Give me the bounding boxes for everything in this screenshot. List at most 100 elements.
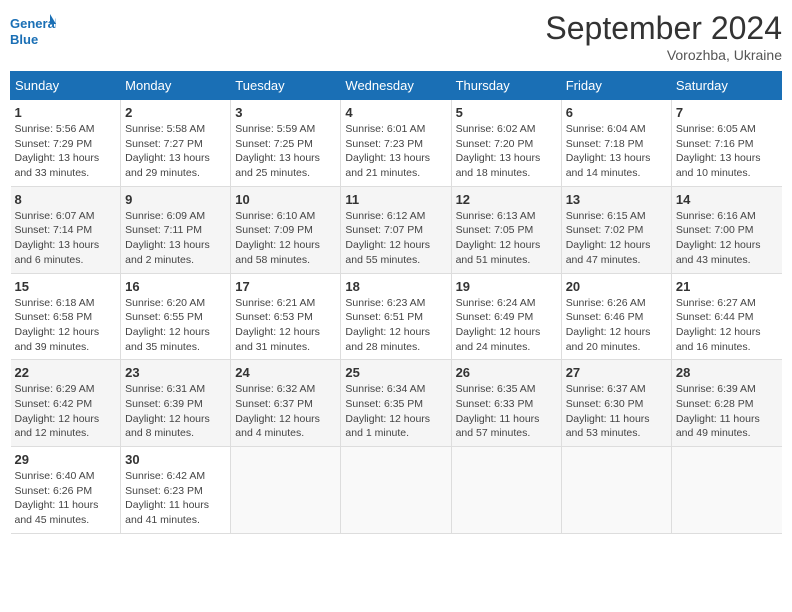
page-header: General Blue September 2024 Vorozhba, Uk… [10,10,782,63]
day-detail: Sunrise: 6:42 AM Sunset: 6:23 PM Dayligh… [125,469,226,528]
day-number: 22 [15,365,117,380]
day-number: 18 [345,279,446,294]
day-detail: Sunrise: 6:18 AM Sunset: 6:58 PM Dayligh… [15,296,117,355]
day-number: 11 [345,192,446,207]
calendar-cell [231,447,341,534]
day-detail: Sunrise: 6:27 AM Sunset: 6:44 PM Dayligh… [676,296,778,355]
calendar-cell: 17 Sunrise: 6:21 AM Sunset: 6:53 PM Dayl… [231,273,341,360]
day-detail: Sunrise: 6:35 AM Sunset: 6:33 PM Dayligh… [456,382,557,441]
svg-text:Blue: Blue [10,32,38,47]
calendar-cell [451,447,561,534]
calendar-cell: 21 Sunrise: 6:27 AM Sunset: 6:44 PM Dayl… [671,273,781,360]
day-number: 23 [125,365,226,380]
day-number: 17 [235,279,336,294]
location-subtitle: Vorozhba, Ukraine [545,47,782,63]
title-block: September 2024 Vorozhba, Ukraine [545,10,782,63]
day-detail: Sunrise: 6:24 AM Sunset: 6:49 PM Dayligh… [456,296,557,355]
calendar-cell: 22 Sunrise: 6:29 AM Sunset: 6:42 PM Dayl… [11,360,121,447]
day-number: 25 [345,365,446,380]
weekday-header: Saturday [671,72,781,100]
calendar-cell: 6 Sunrise: 6:04 AM Sunset: 7:18 PM Dayli… [561,100,671,187]
calendar-cell [561,447,671,534]
calendar-cell: 9 Sunrise: 6:09 AM Sunset: 7:11 PM Dayli… [121,186,231,273]
calendar-cell: 4 Sunrise: 6:01 AM Sunset: 7:23 PM Dayli… [341,100,451,187]
calendar-cell: 15 Sunrise: 6:18 AM Sunset: 6:58 PM Dayl… [11,273,121,360]
calendar-cell: 5 Sunrise: 6:02 AM Sunset: 7:20 PM Dayli… [451,100,561,187]
day-detail: Sunrise: 6:23 AM Sunset: 6:51 PM Dayligh… [345,296,446,355]
day-detail: Sunrise: 6:10 AM Sunset: 7:09 PM Dayligh… [235,209,336,268]
day-number: 14 [676,192,778,207]
logo-icon: General Blue [10,10,56,56]
day-detail: Sunrise: 6:21 AM Sunset: 6:53 PM Dayligh… [235,296,336,355]
month-title: September 2024 [545,10,782,47]
day-number: 12 [456,192,557,207]
day-detail: Sunrise: 6:01 AM Sunset: 7:23 PM Dayligh… [345,122,446,181]
calendar-cell: 7 Sunrise: 6:05 AM Sunset: 7:16 PM Dayli… [671,100,781,187]
day-detail: Sunrise: 6:40 AM Sunset: 6:26 PM Dayligh… [15,469,117,528]
calendar-cell: 19 Sunrise: 6:24 AM Sunset: 6:49 PM Dayl… [451,273,561,360]
day-detail: Sunrise: 6:16 AM Sunset: 7:00 PM Dayligh… [676,209,778,268]
calendar-cell: 1 Sunrise: 5:56 AM Sunset: 7:29 PM Dayli… [11,100,121,187]
calendar-cell: 10 Sunrise: 6:10 AM Sunset: 7:09 PM Dayl… [231,186,341,273]
calendar-cell: 24 Sunrise: 6:32 AM Sunset: 6:37 PM Dayl… [231,360,341,447]
day-number: 27 [566,365,667,380]
calendar-cell [341,447,451,534]
day-number: 29 [15,452,117,467]
weekday-header: Monday [121,72,231,100]
day-number: 5 [456,105,557,120]
day-detail: Sunrise: 6:12 AM Sunset: 7:07 PM Dayligh… [345,209,446,268]
calendar-cell: 12 Sunrise: 6:13 AM Sunset: 7:05 PM Dayl… [451,186,561,273]
calendar-cell: 28 Sunrise: 6:39 AM Sunset: 6:28 PM Dayl… [671,360,781,447]
day-detail: Sunrise: 6:37 AM Sunset: 6:30 PM Dayligh… [566,382,667,441]
day-detail: Sunrise: 6:20 AM Sunset: 6:55 PM Dayligh… [125,296,226,355]
calendar-cell: 29 Sunrise: 6:40 AM Sunset: 6:26 PM Dayl… [11,447,121,534]
day-detail: Sunrise: 6:09 AM Sunset: 7:11 PM Dayligh… [125,209,226,268]
day-number: 10 [235,192,336,207]
logo: General Blue [10,10,56,56]
weekday-header: Tuesday [231,72,341,100]
weekday-header: Sunday [11,72,121,100]
day-number: 7 [676,105,778,120]
day-detail: Sunrise: 6:04 AM Sunset: 7:18 PM Dayligh… [566,122,667,181]
day-number: 26 [456,365,557,380]
day-number: 15 [15,279,117,294]
calendar-cell: 18 Sunrise: 6:23 AM Sunset: 6:51 PM Dayl… [341,273,451,360]
day-number: 3 [235,105,336,120]
calendar-cell: 26 Sunrise: 6:35 AM Sunset: 6:33 PM Dayl… [451,360,561,447]
calendar-cell: 3 Sunrise: 5:59 AM Sunset: 7:25 PM Dayli… [231,100,341,187]
calendar-cell: 14 Sunrise: 6:16 AM Sunset: 7:00 PM Dayl… [671,186,781,273]
weekday-header: Friday [561,72,671,100]
day-number: 21 [676,279,778,294]
calendar-cell: 20 Sunrise: 6:26 AM Sunset: 6:46 PM Dayl… [561,273,671,360]
calendar-cell: 2 Sunrise: 5:58 AM Sunset: 7:27 PM Dayli… [121,100,231,187]
day-detail: Sunrise: 6:05 AM Sunset: 7:16 PM Dayligh… [676,122,778,181]
day-detail: Sunrise: 6:02 AM Sunset: 7:20 PM Dayligh… [456,122,557,181]
day-number: 6 [566,105,667,120]
day-number: 13 [566,192,667,207]
day-detail: Sunrise: 5:56 AM Sunset: 7:29 PM Dayligh… [15,122,117,181]
day-number: 16 [125,279,226,294]
day-detail: Sunrise: 6:34 AM Sunset: 6:35 PM Dayligh… [345,382,446,441]
day-detail: Sunrise: 6:07 AM Sunset: 7:14 PM Dayligh… [15,209,117,268]
day-detail: Sunrise: 6:39 AM Sunset: 6:28 PM Dayligh… [676,382,778,441]
day-number: 30 [125,452,226,467]
day-detail: Sunrise: 5:59 AM Sunset: 7:25 PM Dayligh… [235,122,336,181]
calendar-cell: 30 Sunrise: 6:42 AM Sunset: 6:23 PM Dayl… [121,447,231,534]
day-detail: Sunrise: 6:32 AM Sunset: 6:37 PM Dayligh… [235,382,336,441]
day-detail: Sunrise: 5:58 AM Sunset: 7:27 PM Dayligh… [125,122,226,181]
day-number: 4 [345,105,446,120]
day-number: 28 [676,365,778,380]
calendar-cell: 27 Sunrise: 6:37 AM Sunset: 6:30 PM Dayl… [561,360,671,447]
calendar-table: SundayMondayTuesdayWednesdayThursdayFrid… [10,71,782,534]
day-number: 2 [125,105,226,120]
day-number: 8 [15,192,117,207]
day-detail: Sunrise: 6:15 AM Sunset: 7:02 PM Dayligh… [566,209,667,268]
weekday-header: Wednesday [341,72,451,100]
calendar-cell: 16 Sunrise: 6:20 AM Sunset: 6:55 PM Dayl… [121,273,231,360]
weekday-header: Thursday [451,72,561,100]
day-number: 9 [125,192,226,207]
calendar-cell: 8 Sunrise: 6:07 AM Sunset: 7:14 PM Dayli… [11,186,121,273]
calendar-cell: 11 Sunrise: 6:12 AM Sunset: 7:07 PM Dayl… [341,186,451,273]
day-detail: Sunrise: 6:29 AM Sunset: 6:42 PM Dayligh… [15,382,117,441]
day-detail: Sunrise: 6:26 AM Sunset: 6:46 PM Dayligh… [566,296,667,355]
